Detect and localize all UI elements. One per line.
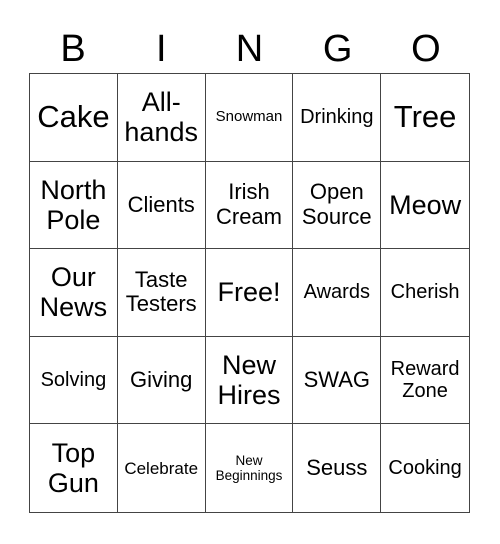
header-letter-g: G [322, 28, 353, 70]
bingo-cell[interactable]: New Beginnings [206, 424, 294, 512]
bingo-cell[interactable]: Reward Zone [381, 337, 469, 425]
bingo-header: B I N G O [29, 26, 470, 72]
bingo-cell[interactable]: Snowman [205, 74, 294, 162]
bingo-cell[interactable]: Meow [381, 162, 469, 250]
header-letter-n: N [235, 28, 264, 70]
bingo-cell[interactable]: Awards [293, 249, 382, 337]
bingo-cell[interactable]: Tree [381, 74, 469, 162]
bingo-cell[interactable]: Taste Testers [117, 249, 206, 337]
bingo-cell[interactable]: SWAG [293, 336, 382, 425]
bingo-cell[interactable]: Seuss [293, 424, 382, 512]
bingo-cell[interactable]: All-hands [117, 74, 206, 162]
bingo-cell[interactable]: Giving [117, 336, 206, 425]
free-space-cell[interactable]: Free! [205, 249, 294, 337]
bingo-cell[interactable]: Cake [30, 74, 118, 162]
header-letter-i: I [156, 28, 167, 70]
bingo-cell[interactable]: Clients [117, 161, 206, 250]
bingo-cell[interactable]: New Hires [205, 336, 294, 425]
bingo-cell[interactable]: Drinking [293, 74, 382, 162]
bingo-cell[interactable]: Cooking [381, 424, 469, 512]
header-letter-b: B [60, 28, 86, 70]
bingo-cell[interactable]: Our News [30, 249, 118, 337]
bingo-cell[interactable]: Top Gun [30, 424, 118, 512]
bingo-cell[interactable]: Irish Cream [205, 161, 294, 250]
header-letter-o: O [411, 28, 441, 70]
bingo-cell[interactable]: North Pole [30, 161, 118, 250]
bingo-cell[interactable]: Open Source [293, 161, 382, 250]
bingo-cell[interactable]: Cherish [381, 249, 469, 337]
bingo-cell[interactable]: Celebrate [118, 424, 206, 512]
bingo-grid: Cake All-hands Snowman Drinking Tree Nor… [29, 73, 470, 513]
bingo-cell[interactable]: Solving [30, 336, 118, 425]
